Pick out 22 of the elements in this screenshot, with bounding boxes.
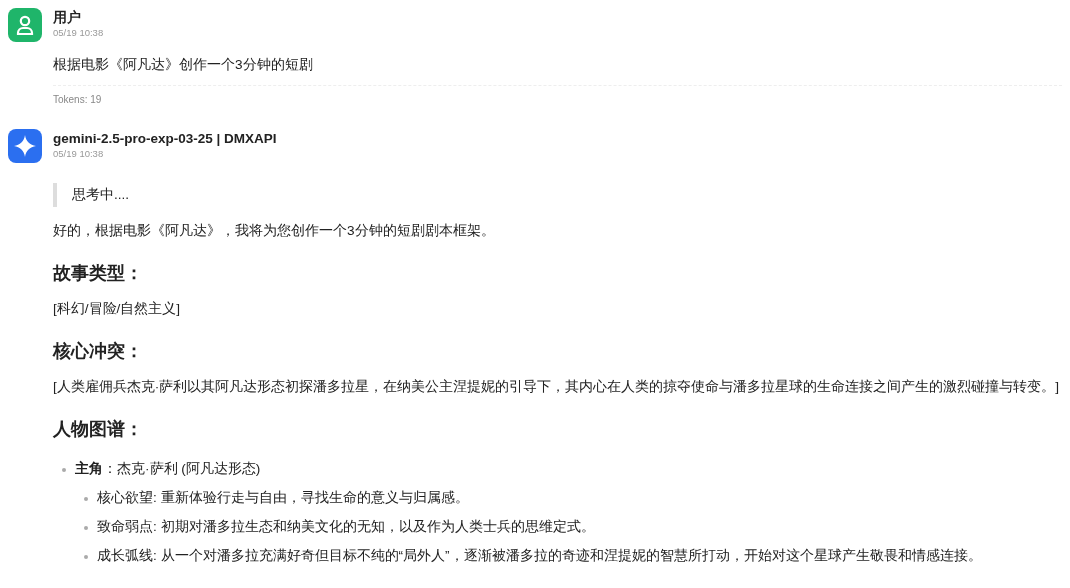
timestamp: 05/19 10:38	[53, 147, 105, 161]
bullet-icon	[84, 526, 88, 530]
thinking-quote: 思考中....	[53, 183, 1062, 207]
message-text: 根据电影《阿凡达》创作一个3分钟的短剧	[53, 56, 314, 74]
list-item-text: 成长弧线: 从一个对潘多拉充满好奇但目标不纯的“局外人”，逐渐被潘多拉的奇迹和涅提妮的智慧所打动，开始对这个星球产生敬畏和情感连接。	[97, 547, 983, 565]
sender-name: gemini-2.5-pro-exp-03-25 | DMXAPI	[53, 130, 278, 147]
bullet-icon	[84, 497, 88, 501]
list-item-text: 主角：杰克·萨利 (阿凡达形态)	[75, 460, 262, 478]
section-heading: 人物图谱：	[53, 418, 144, 441]
sender-name: 用户	[53, 9, 82, 26]
message-text: [科幻/冒险/自然主义]	[53, 300, 182, 318]
message-text: 好的，根据电影《阿凡达》，我将为您创作一个3分钟的短剧剧本框架。	[53, 222, 496, 240]
section-heading: 故事类型：	[53, 262, 144, 285]
message-text: [人类雇佣兵杰克·萨利以其阿凡达形态初探潘多拉星，在纳美公主涅提妮的引导下，其内心在人类的掠夺使命与潘多拉星球的生命连接之间产生的激烈碰撞与转变。]	[53, 378, 1061, 396]
section-heading: 核心冲突：	[53, 340, 144, 363]
bullet-icon	[84, 555, 88, 559]
bullet-icon	[62, 468, 66, 472]
timestamp: 05/19 10:38	[53, 26, 105, 40]
token-count: Tokens: 19	[53, 93, 103, 107]
user-icon	[16, 15, 34, 35]
list-item-text: 核心欲望: 重新体验行走与自由，寻找生命的意义与归属感。	[97, 489, 470, 507]
list-item-text: 致命弱点: 初期对潘多拉生态和纳美文化的无知，以及作为人类士兵的思维定式。	[97, 518, 596, 536]
